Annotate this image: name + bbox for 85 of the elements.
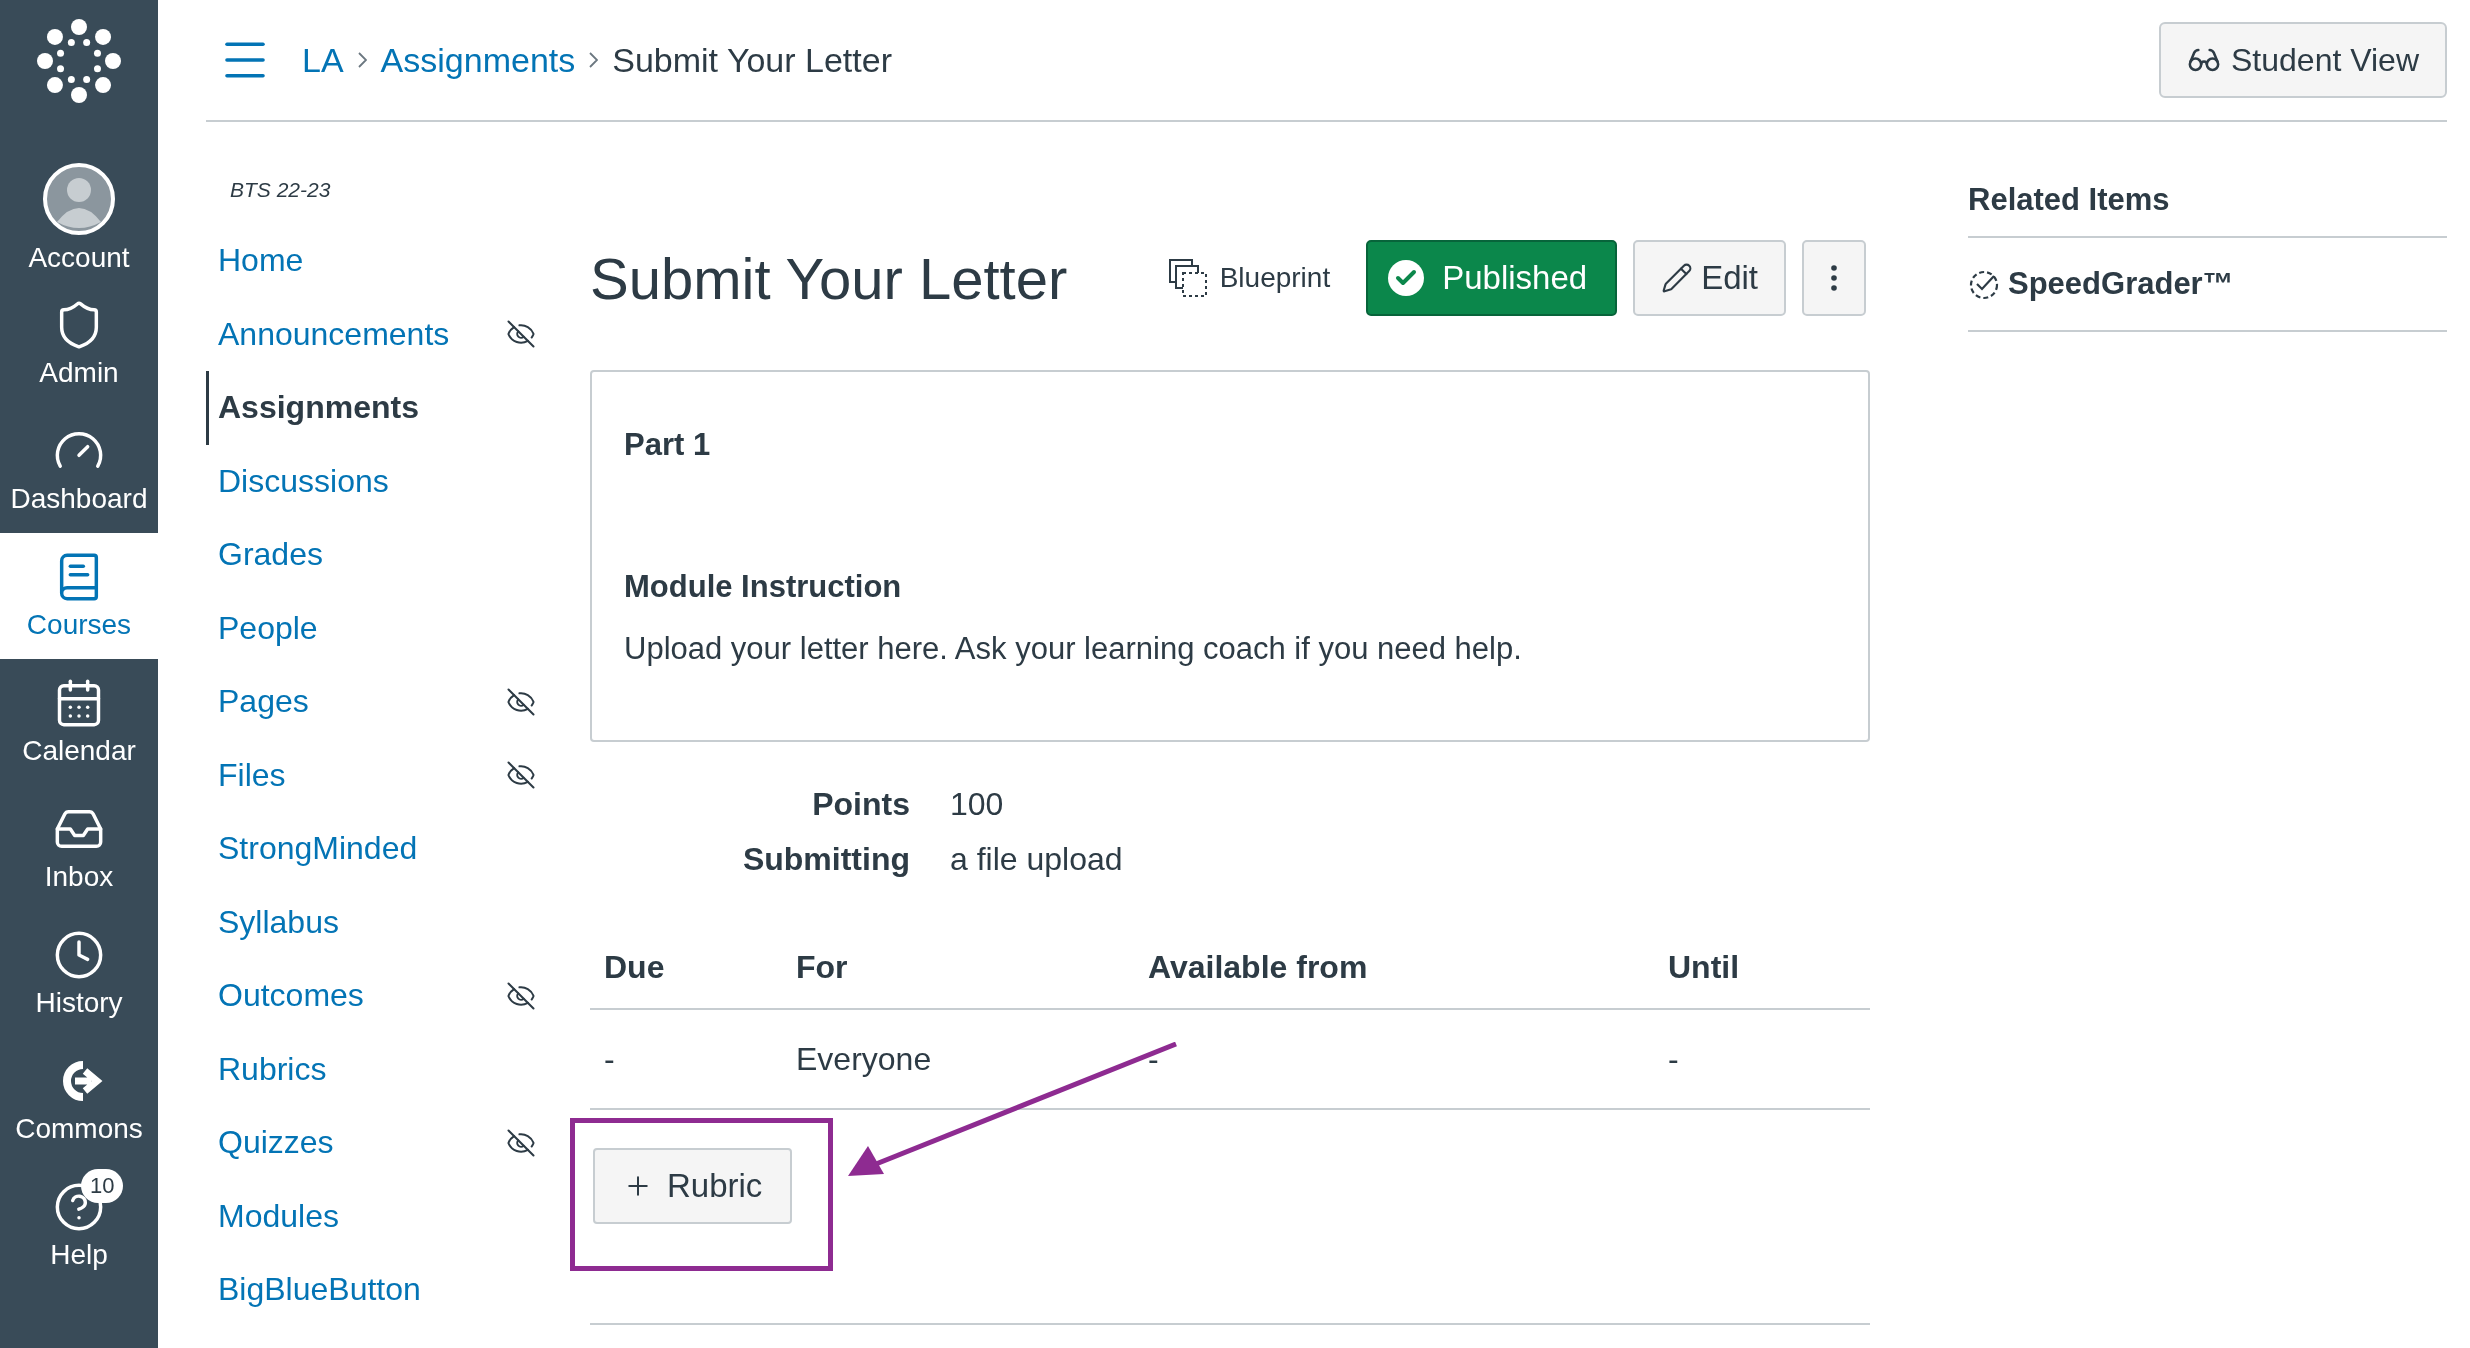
course-nav-link[interactable]: Announcements — [206, 297, 560, 371]
breadcrumb-link[interactable]: Submit Your Letter — [612, 40, 892, 80]
rubric-button[interactable]: Rubric — [593, 1148, 793, 1224]
course-nav-link[interactable]: Grades — [206, 518, 560, 592]
speedgrader-link[interactable]: SpeedGrader™ — [1968, 238, 2447, 332]
course-nav-link[interactable]: People — [206, 591, 560, 665]
nav-item[interactable]: Dashboard — [0, 407, 158, 533]
course-nav-link[interactable]: BigBlueButton — [206, 1253, 560, 1327]
column-header: Due — [604, 948, 666, 986]
column-header: For — [796, 948, 849, 986]
more-icon — [1831, 265, 1837, 291]
breadcrumb-link[interactable]: Assignments — [380, 40, 576, 80]
nav-link-label: Files — [218, 756, 286, 794]
course-nav-link[interactable]: Discussions — [206, 444, 560, 518]
nav-link-label: Modules — [218, 1197, 339, 1235]
avatar-icon — [42, 162, 116, 236]
chevron-icon — [589, 52, 599, 68]
description-text: Upload your letter here. Ask your learning coach if you need help. — [624, 631, 1523, 667]
column-header: Until — [1668, 948, 1741, 986]
course-nav-link[interactable]: Files — [206, 738, 560, 812]
column-header: Available from — [1148, 948, 1369, 986]
nav-link-label: Home — [218, 242, 304, 280]
detail-label: Points — [811, 786, 910, 823]
course-nav-link[interactable]: Quizzes — [206, 1106, 560, 1180]
nav-link-label: Outcomes — [218, 977, 364, 1015]
nav-label: Admin — [39, 357, 119, 389]
detail-label: Submitting — [741, 841, 910, 878]
course-nav-link[interactable]: StrongMinded — [206, 812, 560, 886]
term-label: BTS 22-23 — [229, 178, 332, 202]
nav-link-label: Rubrics — [218, 1050, 327, 1088]
course-nav-link[interactable]: Pages — [206, 665, 560, 739]
nav-item[interactable]: Inbox — [0, 785, 158, 911]
nav-label: Courses — [26, 609, 132, 641]
nav-item[interactable]: History — [0, 911, 158, 1037]
nav-link-label: Assignments — [218, 389, 419, 427]
nav-label: Dashboard — [10, 483, 148, 515]
course-nav-link[interactable]: Home — [206, 224, 560, 298]
chevron-icon — [357, 52, 367, 68]
course-nav-link[interactable]: Outcomes — [206, 959, 560, 1033]
nav-item[interactable]: Courses — [0, 533, 158, 659]
published-button[interactable]: Published — [1366, 240, 1618, 316]
nav-label: Help — [50, 1239, 108, 1271]
course-nav-link[interactable]: Modules — [206, 1179, 560, 1253]
table-cell-text: Everyone — [796, 1040, 933, 1078]
student-view-button[interactable]: Student View — [2159, 22, 2447, 98]
nav-link-label: StrongMinded — [218, 830, 418, 868]
course-nav-link[interactable]: Rubrics — [206, 1032, 560, 1106]
nav-label: Commons — [15, 1113, 143, 1145]
logo-icon[interactable] — [36, 18, 122, 104]
nav-link-label: Syllabus — [218, 903, 339, 941]
nav-link-label: Grades — [218, 536, 323, 574]
nav-item[interactable]: Commons — [0, 1037, 158, 1163]
table-cell-text: - — [604, 1040, 616, 1078]
description-subheading: Module Instruction — [624, 569, 903, 605]
table-cell-text: - — [1668, 1040, 1680, 1078]
assignment-title: Submit Your Letter — [590, 244, 1069, 312]
detail-value: 100 — [950, 786, 1005, 823]
nav-link-label: Discussions — [218, 462, 389, 500]
dashed-check-icon — [1968, 268, 2000, 300]
related-items-title: Related Items — [1968, 182, 2447, 238]
count-badge: 10 — [81, 1169, 124, 1203]
edit-button[interactable]: Edit — [1633, 240, 1786, 316]
table-cell-text: - — [1148, 1040, 1160, 1078]
nav-link-label: BigBlueButton — [218, 1271, 421, 1309]
nav-item[interactable]: Admin — [0, 281, 158, 407]
clock-icon — [53, 929, 105, 981]
nav-link-label: Quizzes — [218, 1124, 334, 1162]
pencil-icon — [1661, 262, 1694, 294]
nav-item[interactable]: Account — [0, 155, 158, 281]
nav-link-label: Pages — [218, 683, 309, 721]
nav-link-label: Announcements — [218, 315, 450, 353]
course-nav-link[interactable]: Syllabus — [206, 885, 560, 959]
copies-icon — [1167, 258, 1208, 298]
detail-value: a file upload — [950, 841, 1124, 878]
nav-label: History — [35, 987, 123, 1019]
nav-link-label: People — [218, 609, 318, 647]
nav-label: Inbox — [44, 861, 114, 893]
description-heading: Part 1 — [624, 427, 712, 463]
blueprint-label: Blueprint — [1219, 262, 1331, 294]
course-nav-link[interactable]: Assignments — [206, 371, 560, 445]
nav-label: Calendar — [22, 735, 136, 767]
nav-item[interactable]: Calendar — [0, 659, 158, 785]
nav-item[interactable]: 10 Help — [0, 1163, 158, 1289]
breadcrumb-link[interactable]: LA — [302, 40, 344, 80]
nav-label: Account — [28, 242, 130, 274]
